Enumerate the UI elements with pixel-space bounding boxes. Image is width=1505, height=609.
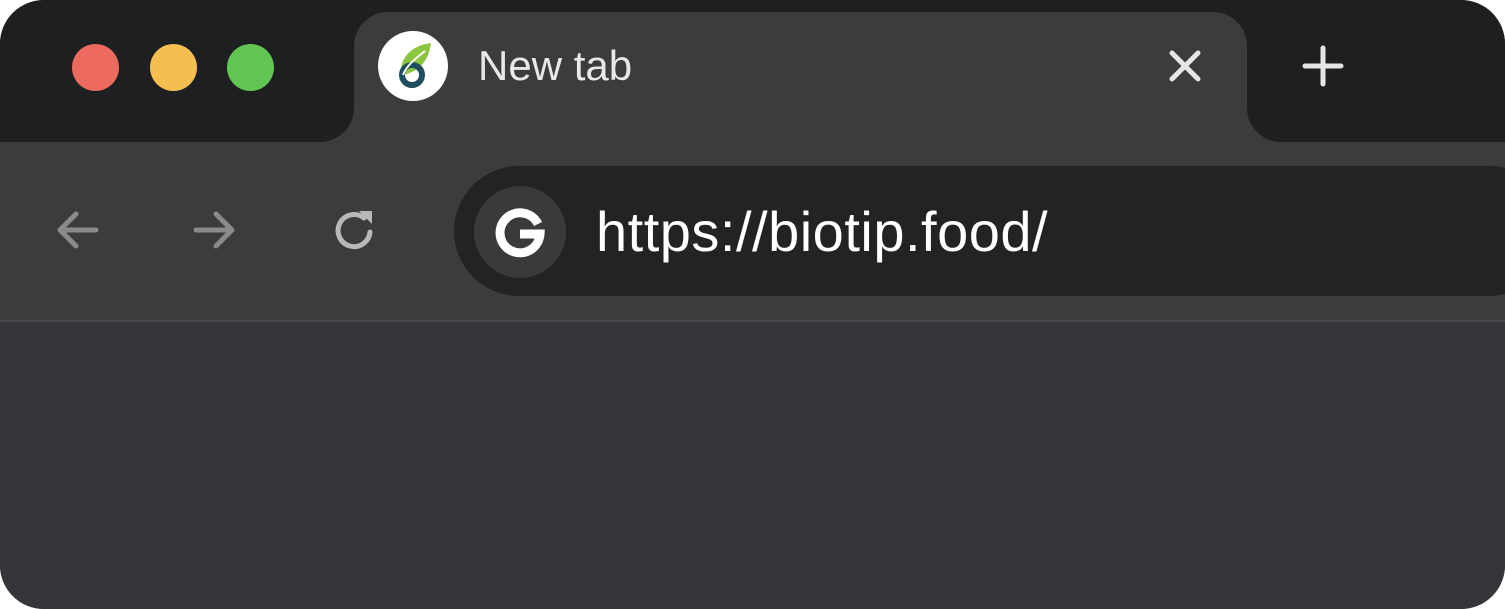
reload-icon [335,211,373,250]
arrow-right-icon [193,211,235,249]
close-icon [1169,50,1201,82]
search-engine-badge[interactable] [474,186,566,278]
back-button[interactable] [52,205,102,255]
window-maximize-button[interactable] [227,44,274,91]
browser-window: New tab https://biotip.food/ [0,0,1505,609]
reload-button[interactable] [329,205,379,255]
forward-button[interactable] [190,205,240,255]
tab-close-button[interactable] [1166,47,1204,85]
tab-corner-left [320,108,354,142]
url-text[interactable]: https://biotip.food/ [596,200,1048,264]
page-content [0,322,1505,609]
new-tab-button[interactable] [1302,45,1344,87]
arrow-left-icon [57,211,99,249]
google-g-icon [495,208,545,258]
biotip-leaf-logo-icon [399,43,431,88]
window-minimize-button[interactable] [150,44,197,91]
tab-title: New tab [478,42,633,89]
tab-corner-right [1247,108,1281,142]
plus-icon [1302,45,1344,87]
tab-favicon [378,31,448,101]
window-close-button[interactable] [72,44,119,91]
